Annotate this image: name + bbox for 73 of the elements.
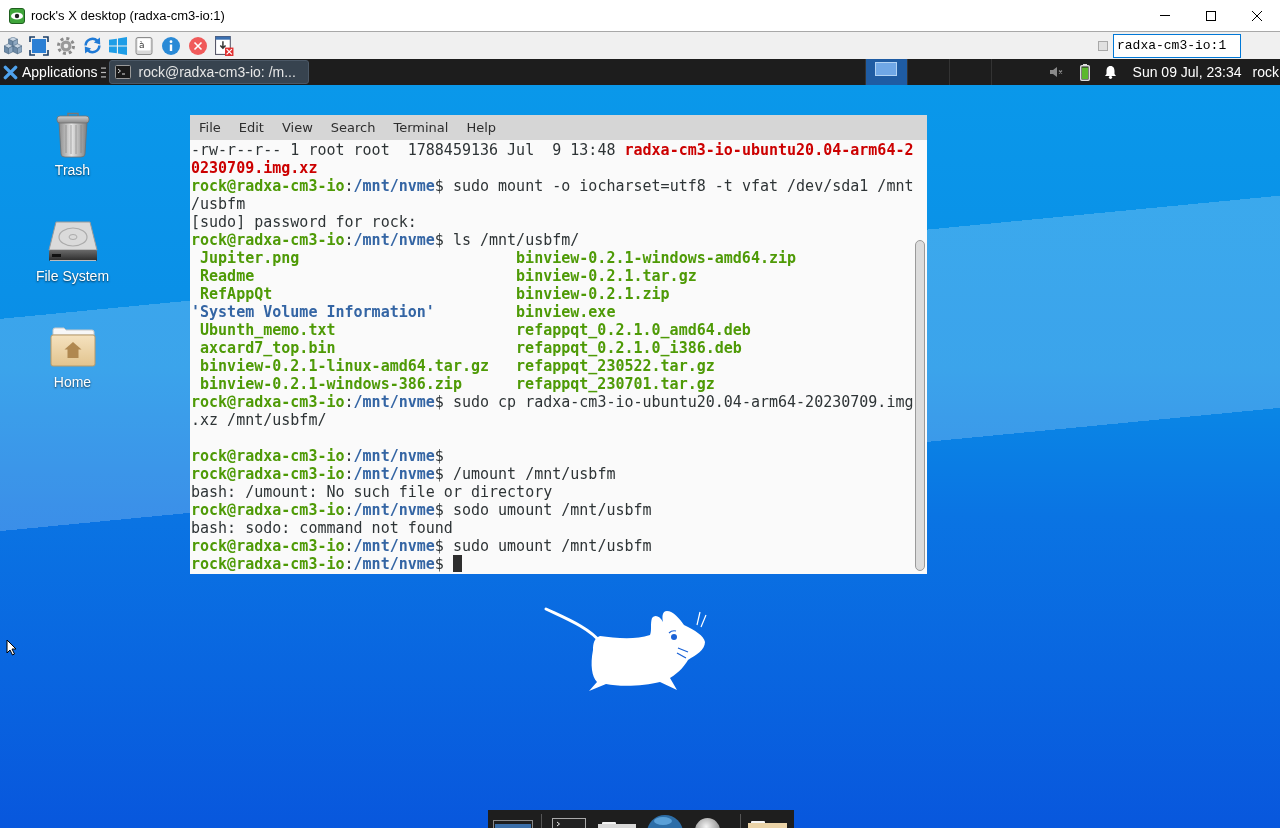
file-name: RefAppQt	[199, 285, 274, 303]
menu-item[interactable]: Terminal	[384, 115, 458, 140]
hard-drive-icon[interactable]	[47, 220, 98, 262]
clock[interactable]: Sun 09 Jul, 23:34	[1132, 64, 1242, 80]
x-logo-icon	[3, 64, 18, 80]
terminal-line: rock@radxa-cm3-io:/mnt/nvme$ /umount /mnt/usbfm	[191, 465, 616, 483]
terminal-line: -rw-r--r-- 1 root root 1788459136 Jul 9 13:48 radxa-cm3-io-ubuntu20.04-arm64-2	[191, 141, 914, 159]
trash-can-icon[interactable]	[55, 112, 90, 158]
file-name: refappqt_230522.tar.gz	[516, 357, 716, 375]
menu-item[interactable]: Search	[321, 115, 385, 140]
terminal-line: bash: sodo: command not found	[191, 519, 453, 537]
scrollbar-thumb[interactable]	[915, 240, 925, 571]
folder-icon[interactable]	[748, 821, 787, 828]
eye-icon	[9, 7, 25, 24]
terminal-line: /usbfm	[191, 195, 246, 213]
settings-icon[interactable]	[56, 35, 76, 56]
file-name: Readme	[199, 267, 256, 285]
minimize-icon	[1160, 15, 1170, 16]
menu-item[interactable]: View	[272, 115, 322, 140]
terminal-line: .xz /mnt/usbfm/	[191, 411, 327, 429]
file-name: refappqt_0.2.1.0_amd64.deb	[516, 321, 752, 339]
menu-item[interactable]: File	[190, 115, 230, 140]
home-folder-icon[interactable]	[49, 327, 96, 367]
fullscreen-icon[interactable]	[29, 35, 49, 56]
folder-icon[interactable]	[598, 822, 636, 828]
x-circle-icon[interactable]	[188, 35, 208, 56]
terminal-line: rock@radxa-cm3-io:/mnt/nvme$ sudo cp radxa-cm3-io-ubuntu20.04-arm64-20230709.img	[191, 393, 914, 411]
file-name: refappqt_230701.tar.gz	[516, 375, 716, 393]
terminal-line: bash: /umount: No such file or directory	[191, 483, 553, 501]
host-field[interactable]: radxa-cm3-io:1	[1113, 33, 1241, 58]
info-icon[interactable]	[161, 35, 181, 56]
user-name[interactable]: rock	[1252, 64, 1279, 80]
refresh-icon[interactable]	[83, 36, 102, 55]
window-title: rock's X desktop (radxa-cm3-io:1)	[31, 8, 225, 23]
workspace-button[interactable]	[864, 59, 907, 85]
menu-item[interactable]: Help	[457, 115, 506, 140]
bell-icon[interactable]	[1103, 65, 1117, 79]
cubes-icon[interactable]	[4, 36, 22, 55]
file-name: 'System Volume Information'	[191, 303, 436, 321]
square-icon	[1098, 40, 1108, 51]
terminal-line: rock@radxa-cm3-io:/mnt/nvme$ ls /mnt/usbfm/	[191, 231, 580, 249]
terminal-line: rock@radxa-cm3-io:/mnt/nvme$	[191, 555, 445, 573]
grip-icon[interactable]	[100, 66, 106, 78]
maximize-icon	[1206, 10, 1216, 21]
terminal-icon[interactable]	[552, 818, 586, 828]
file-name: Jupiter.png	[199, 249, 301, 267]
terminal-line: rock@radxa-cm3-io:/mnt/nvme$ sudo mount -o iocharset=utf8 -t vfat /dev/sda1 /mnt	[191, 177, 914, 195]
battery-icon[interactable]	[1079, 63, 1090, 81]
file-name: binview.exe	[516, 303, 617, 321]
terminal-line: rock@radxa-cm3-io:/mnt/nvme$ sudo umount /mnt/usbfm	[191, 537, 652, 555]
terminal-line: [sudo] password for rock:	[191, 213, 417, 231]
file-name: binview-0.2.1.tar.gz	[516, 267, 698, 285]
terminal-line: 0230709.img.xz	[191, 159, 318, 177]
speaker-muted-icon[interactable]	[1048, 66, 1063, 78]
terminal-line: rock@radxa-cm3-io:/mnt/nvme$	[191, 447, 444, 465]
terminal-icon	[114, 65, 131, 79]
applications-menu[interactable]: Applications	[0, 59, 98, 85]
four-panes-icon[interactable]	[109, 36, 127, 55]
globe-icon[interactable]	[647, 815, 683, 828]
file-name: refappqt_0.2.1.0_i386.deb	[516, 339, 743, 357]
file-name: Ubunth_memo.txt	[199, 321, 337, 339]
file-name: binview-0.2.1.zip	[516, 285, 671, 303]
keycap-icon[interactable]: à	[134, 35, 154, 56]
file-name: axcard7_top.bin	[199, 339, 337, 357]
close-icon	[1252, 10, 1262, 21]
file-name: binview-0.2.1-windows-386.zip	[199, 375, 463, 393]
taskbar-button[interactable]: rock@radxa-cm3-io: /m...	[108, 60, 309, 84]
mouse-pointer-icon	[6, 639, 17, 656]
file-name: binview-0.2.1-linux-amd64.tar.gz	[199, 357, 490, 375]
window-icon[interactable]	[493, 820, 533, 828]
file-name: binview-0.2.1-windows-amd64.zip	[516, 249, 798, 267]
menu-item[interactable]: Edit	[229, 115, 273, 140]
terminal-line: rock@radxa-cm3-io:/mnt/nvme$ sodo umount /mnt/usbfm	[191, 501, 652, 519]
